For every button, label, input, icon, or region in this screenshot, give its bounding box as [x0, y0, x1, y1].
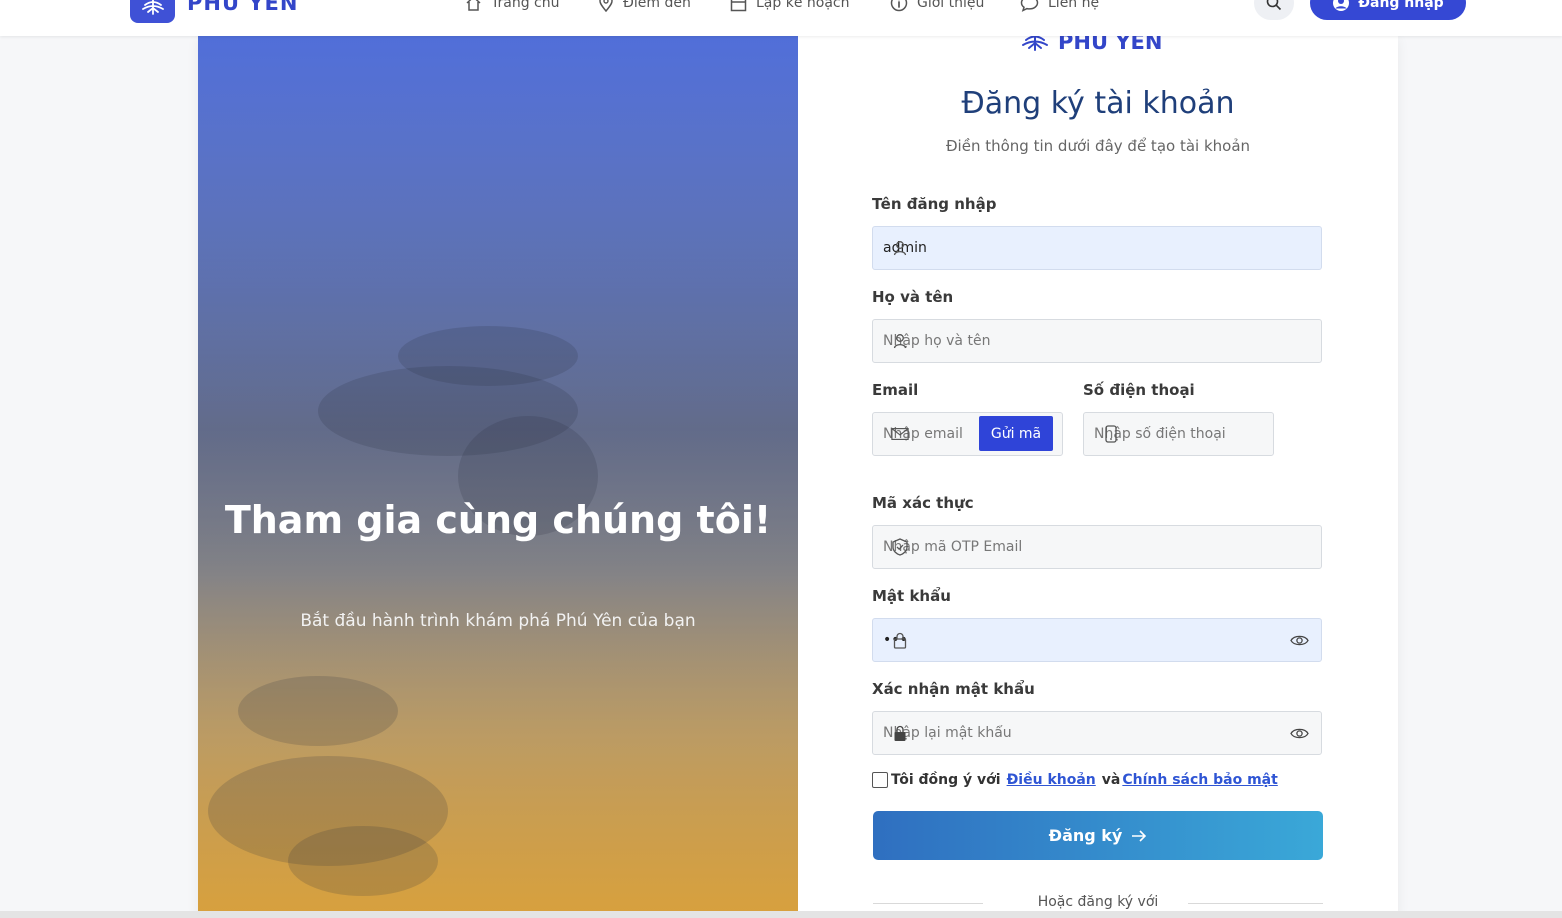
form-title: Đăng ký tài khoản — [961, 86, 1235, 121]
register-card: Tham gia cùng chúng tôi! Bắt đầu hành tr… — [198, 30, 1398, 918]
show-password-icon[interactable] — [1289, 631, 1309, 649]
nav-item-label: Liên hệ — [1048, 0, 1100, 11]
phone-icon — [1102, 425, 1120, 443]
terms-checkbox[interactable] — [872, 772, 888, 788]
lock-fill-icon — [891, 724, 909, 742]
nav-item-destinations[interactable]: Điểm đến — [598, 0, 691, 13]
fullname-input[interactable] — [883, 320, 1303, 362]
terms-agreement: Tôi đồng ý với Điều khoản và Chính sách … — [872, 772, 1278, 788]
email-field[interactable]: Gửi mã — [872, 412, 1063, 456]
window-bottom-edge — [0, 911, 1562, 918]
phone-label: Số điện thoại — [1083, 381, 1195, 399]
logo-icon — [141, 0, 164, 15]
shield-icon — [891, 538, 909, 556]
show-password-icon[interactable] — [1289, 724, 1309, 742]
privacy-link[interactable]: Chính sách bảo mật — [1122, 772, 1277, 788]
nav-item-label: Lập kế hoạch — [756, 0, 850, 11]
info-icon — [890, 0, 908, 12]
login-button[interactable]: Đăng nhập — [1310, 0, 1466, 20]
calendar-icon — [730, 0, 747, 11]
username-field[interactable] — [872, 226, 1322, 270]
confirm-password-input[interactable] — [883, 712, 1263, 754]
hero-subtitle: Bắt đầu hành trình khám phá Phú Yên của … — [300, 611, 696, 631]
mail-icon — [891, 425, 909, 443]
password-label: Mật khẩu — [872, 587, 951, 605]
terms-and: và — [1101, 772, 1121, 788]
confirm-password-label: Xác nhận mật khẩu — [872, 680, 1035, 698]
terms-link[interactable]: Điều khoản — [1007, 772, 1096, 788]
brand-logo[interactable] — [130, 0, 175, 23]
nav-item-label: Trang chủ — [491, 0, 560, 11]
login-button-label: Đăng nhập — [1358, 0, 1444, 11]
terms-prefix: Tôi đồng ý với — [891, 772, 1001, 788]
email-label: Email — [872, 381, 919, 399]
confirm-password-field[interactable] — [872, 711, 1322, 755]
user-circle-icon — [1333, 0, 1350, 11]
user-icon — [891, 239, 909, 257]
nav-item-label: Giới thiệu — [917, 0, 985, 11]
send-code-button[interactable]: Gửi mã — [979, 416, 1053, 451]
otp-label: Mã xác thực — [872, 494, 974, 512]
username-input[interactable] — [883, 227, 1303, 269]
divider-text: Hoặc đăng ký với — [1037, 894, 1159, 910]
lock-icon — [891, 631, 909, 649]
map-pin-icon — [599, 0, 613, 12]
hero-image: Tham gia cùng chúng tôi! Bắt đầu hành tr… — [198, 36, 798, 911]
phone-field[interactable] — [1083, 412, 1274, 456]
nav-item-label: Điểm đến — [623, 0, 691, 11]
nav-item-about[interactable]: Giới thiệu — [890, 0, 984, 13]
nav-item-plan[interactable]: Lập kế hoạch — [730, 0, 849, 13]
fullname-label: Họ và tên — [872, 288, 954, 306]
form-subtitle: Điền thông tin dưới đây để tạo tài khoản — [945, 137, 1251, 155]
fullname-field[interactable] — [872, 319, 1322, 363]
top-navbar: PHÚ YÊN Trang chủ Điểm đến Lập kế hoạch … — [0, 0, 1562, 36]
username-label: Tên đăng nhập — [872, 195, 997, 213]
home-icon — [466, 0, 481, 11]
search-button[interactable] — [1254, 0, 1294, 20]
otp-field[interactable] — [872, 525, 1322, 569]
brand-name[interactable]: PHÚ YÊN — [187, 0, 298, 15]
user-icon — [891, 332, 909, 350]
nav-item-home[interactable]: Trang chủ — [465, 0, 559, 13]
register-button[interactable]: Đăng ký — [873, 811, 1323, 860]
arrow-right-icon — [1132, 829, 1147, 842]
chat-icon — [1020, 0, 1039, 12]
search-icon — [1266, 0, 1282, 11]
password-input[interactable] — [883, 619, 1263, 661]
nav-item-contact[interactable]: Liên hệ — [1020, 0, 1099, 13]
hero-title: Tham gia cùng chúng tôi! — [224, 498, 772, 542]
register-button-label: Đăng ký — [1048, 826, 1123, 845]
password-field[interactable] — [872, 618, 1322, 662]
otp-input[interactable] — [883, 526, 1303, 568]
